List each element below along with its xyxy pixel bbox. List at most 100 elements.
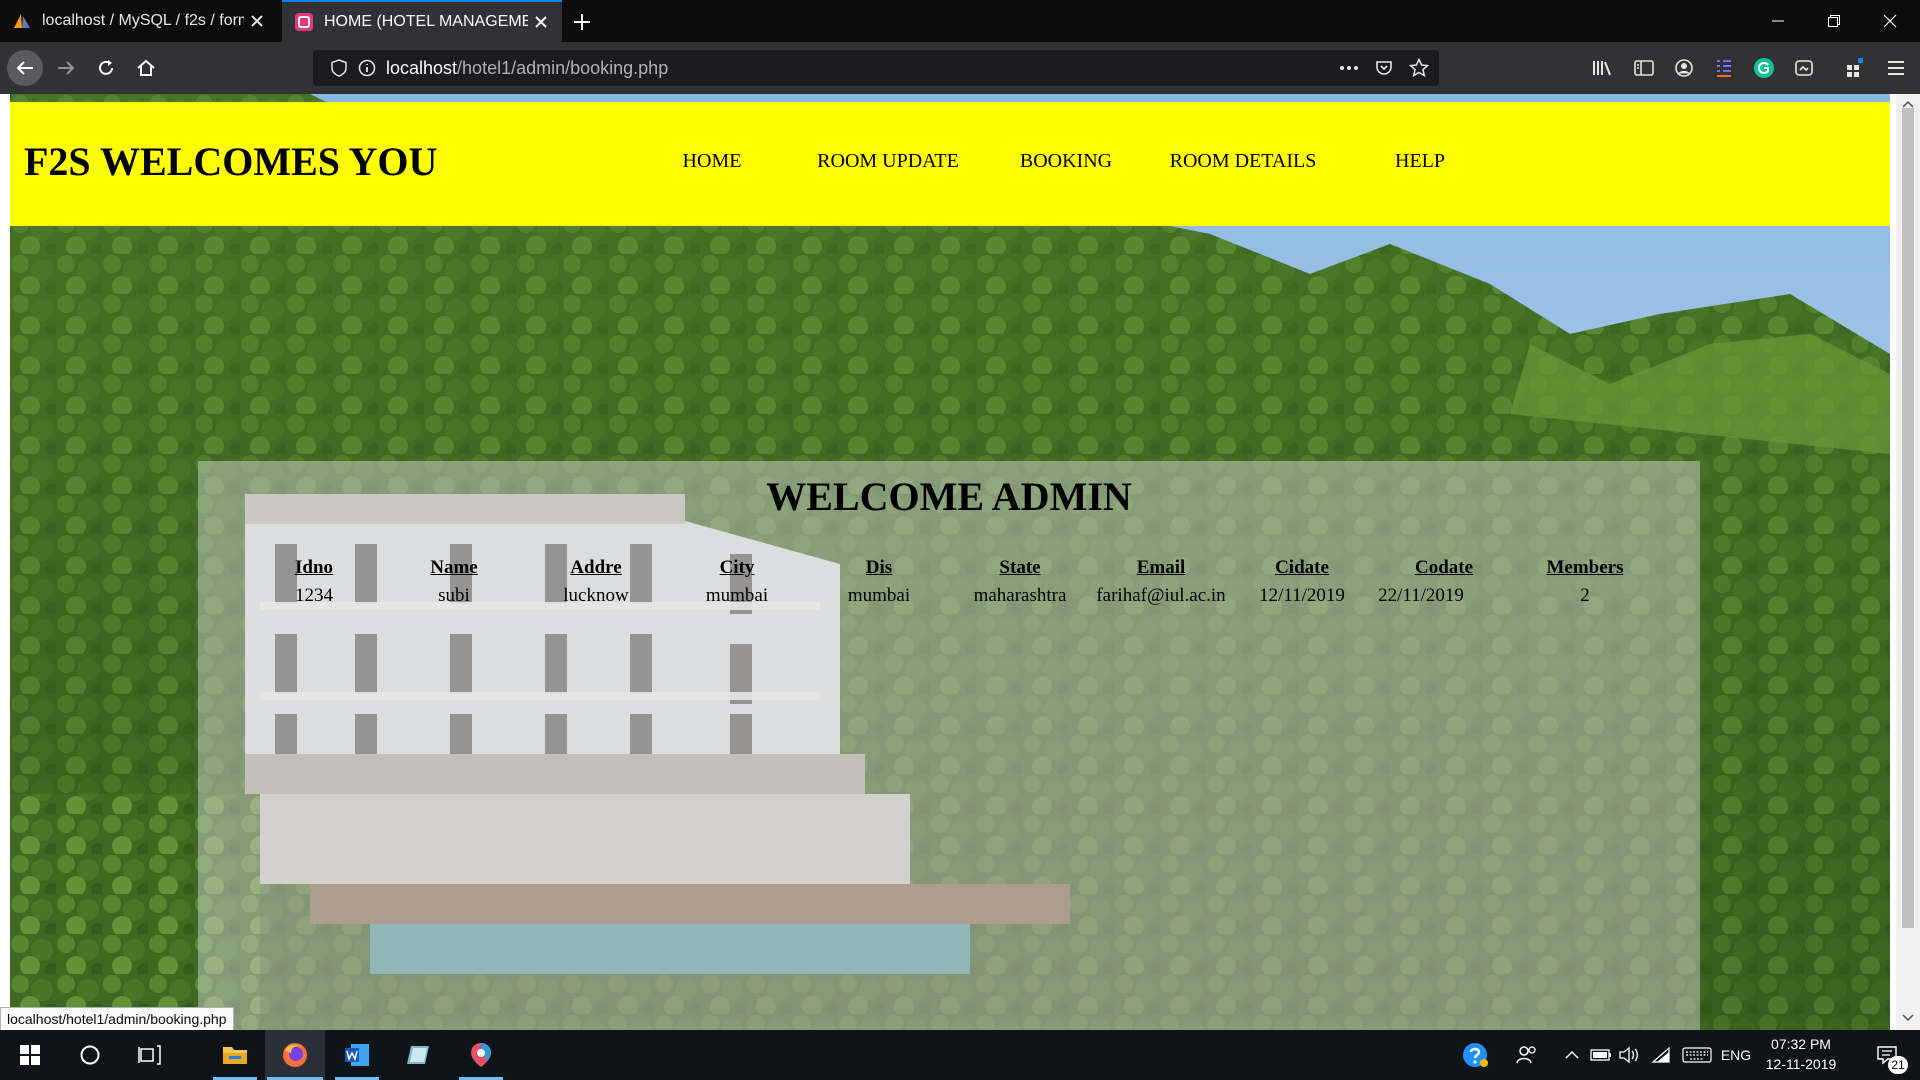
maps-taskbar-button[interactable]	[451, 1030, 511, 1080]
reload-button[interactable]	[88, 50, 124, 86]
table-cell-codate: 22/11/2019	[1378, 585, 1464, 606]
scroll-up-arrow-icon[interactable]	[1902, 100, 1914, 108]
notification-count-badge: 21	[1888, 1056, 1908, 1074]
start-button[interactable]	[0, 1030, 60, 1080]
admin-heading: WELCOME ADMIN	[766, 474, 1132, 519]
nav-link-booking[interactable]: BOOKING	[1020, 150, 1112, 173]
reload-icon	[99, 60, 113, 75]
page-actions-icon[interactable]	[1337, 56, 1361, 80]
column-header-city: City	[719, 557, 755, 578]
hamburger-menu-icon[interactable]	[1883, 56, 1909, 80]
tab-phpmyadmin[interactable]: localhost / MySQL / f2s / form	[0, 0, 278, 42]
scroll-down-arrow-icon[interactable]	[1902, 1014, 1914, 1022]
table-cell-members: 2	[1580, 585, 1590, 606]
site-header: F2S WELCOMES YOU HOME ROOM UPDATE BOOKIN…	[10, 102, 1890, 226]
url-bar[interactable]: localhost/hotel1/admin/booking.php	[313, 50, 1439, 86]
nav-link-room-update[interactable]: ROOM UPDATE	[817, 150, 959, 173]
nav-link-room-details[interactable]: ROOM DETAILS	[1170, 150, 1317, 173]
clock-date: 12-11-2019	[1765, 1056, 1837, 1072]
screenshot-extension-icon[interactable]	[1791, 56, 1817, 80]
new-tab-button[interactable]	[568, 8, 596, 36]
cortana-circle-icon	[80, 1045, 100, 1065]
folder-icon	[223, 1047, 247, 1064]
table-cell-idno: 1234	[295, 585, 333, 606]
grammarly-icon[interactable]	[1751, 56, 1777, 80]
column-header-members: Members	[1546, 557, 1624, 578]
scrollbar-thumb[interactable]	[1902, 108, 1914, 928]
minimize-icon	[1772, 20, 1784, 22]
nav-link-help[interactable]: HELP	[1395, 150, 1445, 173]
tab-bar: localhost / MySQL / f2s / form HOME (HOT…	[0, 0, 1920, 42]
site-info-icon[interactable]	[355, 56, 379, 80]
battery-icon[interactable]	[1588, 1030, 1614, 1080]
task-view-button[interactable]	[120, 1030, 180, 1080]
close-window-button[interactable]	[1862, 0, 1918, 42]
restore-icon	[1828, 15, 1840, 27]
close-icon	[1883, 14, 1897, 28]
search-button[interactable]	[60, 1030, 120, 1080]
task-view-icon	[138, 1045, 161, 1065]
word-taskbar-button[interactable]	[327, 1030, 387, 1080]
table-cell-addre: lucknow	[563, 585, 629, 606]
home-icon	[137, 59, 155, 76]
pink-site-icon	[294, 12, 314, 32]
action-center-button[interactable]: 21	[1862, 1030, 1912, 1080]
site-title: F2S WELCOMES YOU	[24, 139, 438, 184]
table-cell-cidate: 12/11/2019	[1259, 585, 1345, 606]
table-cell-city: mumbai	[705, 585, 769, 606]
url-path: /hotel1/admin/booking.php	[457, 58, 669, 78]
column-header-name: Name	[430, 557, 478, 578]
library-icon[interactable]	[1590, 56, 1616, 80]
volume-icon[interactable]	[1616, 1030, 1642, 1080]
chevron-up-icon[interactable]	[1560, 1030, 1584, 1080]
windows-logo-icon	[20, 1045, 40, 1065]
arrow-left-icon	[16, 61, 33, 75]
nav-link-home[interactable]: HOME	[683, 150, 742, 173]
tab-hotel-management[interactable]: HOME (HOTEL MANAGEMENT)	[282, 0, 562, 42]
column-header-email: Email	[1136, 557, 1186, 578]
file-explorer-button[interactable]	[205, 1030, 265, 1080]
tab-title: localhost / MySQL / f2s / form	[42, 12, 244, 29]
app-taskbar-button[interactable]	[389, 1030, 449, 1080]
tab-title: HOME (HOTEL MANAGEMENT)	[324, 13, 528, 30]
extensions-icon[interactable]	[1843, 56, 1869, 80]
sidebar-icon[interactable]	[1631, 56, 1657, 80]
table-cell-name: subi	[438, 585, 470, 606]
people-icon[interactable]	[1512, 1030, 1542, 1080]
page-viewport: F2S WELCOMES YOU HOME ROOM UPDATE BOOKIN…	[0, 94, 1920, 1030]
url-host: localhost	[386, 58, 458, 78]
firefox-taskbar-button[interactable]	[265, 1030, 325, 1080]
list-extension-icon[interactable]	[1711, 56, 1737, 80]
table-cell-state: maharashtra	[973, 585, 1067, 606]
url-text: localhost/hotel1/admin/booking.php	[386, 50, 668, 86]
plus-icon	[574, 14, 590, 30]
bookmark-star-icon[interactable]	[1407, 56, 1431, 80]
notebook-app-icon	[407, 1046, 429, 1064]
close-tab-icon[interactable]	[528, 9, 554, 35]
column-header-state: State	[999, 557, 1041, 578]
back-button[interactable]	[7, 50, 43, 86]
firefox-icon	[283, 1043, 307, 1067]
column-header-dis: Dis	[865, 557, 893, 578]
language-indicator[interactable]: ENG	[1718, 1030, 1754, 1080]
column-header-addre: Addre	[570, 557, 622, 578]
tracking-shield-icon[interactable]	[327, 56, 351, 80]
close-tab-icon[interactable]	[244, 8, 270, 34]
minimize-window-button[interactable]	[1750, 0, 1806, 42]
wifi-icon[interactable]	[1648, 1030, 1674, 1080]
table-cell-email: farihaf@iul.ac.in	[1096, 585, 1226, 606]
help-tray-icon[interactable]	[1458, 1030, 1492, 1080]
restore-window-button[interactable]	[1806, 0, 1862, 42]
clock-time: 07:32 PM	[1771, 1036, 1831, 1052]
forward-button[interactable]	[48, 50, 84, 86]
word-icon	[345, 1044, 369, 1066]
table-cell-dis: mumbai	[847, 585, 911, 606]
keyboard-icon[interactable]	[1680, 1030, 1714, 1080]
system-clock[interactable]: 07:32 PM 12-11-2019	[1756, 1034, 1846, 1074]
home-button[interactable]	[128, 50, 164, 86]
windows-taskbar: ENG 07:32 PM 12-11-2019 21	[0, 1030, 1920, 1080]
column-header-codate: Codate	[1414, 557, 1474, 578]
pocket-icon[interactable]	[1372, 56, 1396, 80]
account-icon[interactable]	[1671, 56, 1697, 80]
admin-panel: WELCOME ADMIN Idno Name Addre City Dis S…	[198, 461, 1700, 1030]
